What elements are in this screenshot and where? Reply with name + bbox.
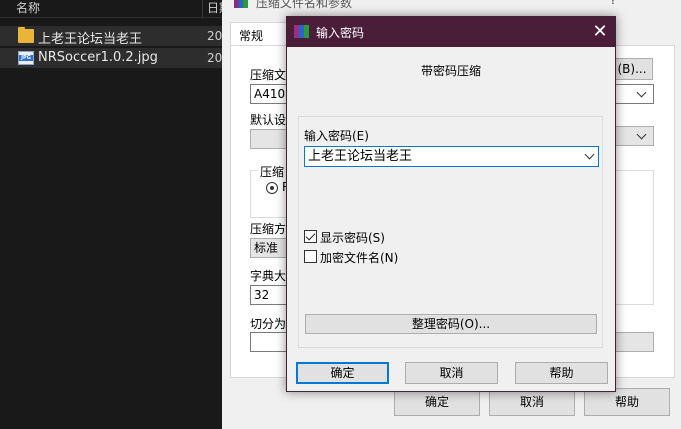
update-mode-dropdown[interactable] xyxy=(614,126,654,146)
column-separator[interactable] xyxy=(202,0,203,18)
archive-name-dropdown[interactable] xyxy=(614,84,654,104)
password-dialog-titlebar: 输入密码 ✕ xyxy=(287,17,615,47)
tab-general-label: 常规 xyxy=(239,29,264,43)
column-name-header[interactable]: 名称 xyxy=(16,0,40,16)
file-name: 上老王论坛当老王 xyxy=(38,32,143,47)
jpg-file-icon xyxy=(18,51,34,65)
archive-ok-button[interactable]: 确定 xyxy=(394,388,480,416)
browse-button[interactable]: (B)... xyxy=(611,58,653,80)
close-icon[interactable]: ✕ xyxy=(587,19,613,45)
archive-options-group xyxy=(614,170,654,305)
password-value: 上老王论坛当老王 xyxy=(308,149,413,164)
explorer-column-header: 名称 日期 xyxy=(0,0,231,18)
split-volume-label: 切分为 xyxy=(250,317,287,331)
encrypt-filenames-label[interactable]: 加密文件名(N) xyxy=(320,249,398,266)
compression-method-label: 压缩方 xyxy=(250,222,287,236)
password-input[interactable]: 上老王论坛当老王 xyxy=(304,146,599,167)
archive-format-label: 压缩 xyxy=(258,163,287,180)
help-question-icon[interactable]: ? xyxy=(610,0,616,7)
password-ok-button[interactable]: 确定 xyxy=(296,362,389,384)
winrar-icon xyxy=(294,25,309,38)
chevron-down-icon[interactable] xyxy=(584,149,595,160)
show-password-checkbox[interactable] xyxy=(304,230,317,243)
tab-general[interactable]: 常规 xyxy=(230,22,288,46)
file-explorer: 名称 日期 上老王论坛当老王 202 NRSoccer1.0.2.jpg 202 xyxy=(0,0,231,429)
organize-passwords-button[interactable]: 整理密码(O)... xyxy=(305,314,597,334)
password-dialog-title: 输入密码 xyxy=(316,26,365,40)
archive-help-button[interactable]: 帮助 xyxy=(584,388,670,416)
set-password-button[interactable] xyxy=(614,332,654,352)
archive-dialog-title: 压缩文件名和参数 xyxy=(256,0,353,10)
file-row-jpg[interactable]: NRSoccer1.0.2.jpg 202 xyxy=(0,48,230,68)
archive-dialog-titlebar: 压缩文件名和参数 ? xyxy=(222,0,681,14)
default-profile-label: 默认设 xyxy=(250,113,287,127)
archive-cancel-button[interactable]: 取消 xyxy=(489,388,575,416)
password-dialog: 输入密码 ✕ 带密码压缩 输入密码(E) 上老王论坛当老王 显示密码(S) 加密… xyxy=(286,16,616,392)
encrypt-filenames-checkbox[interactable] xyxy=(304,250,317,263)
check-icon xyxy=(305,230,316,241)
format-rar-radio[interactable] xyxy=(266,182,278,194)
winrar-icon xyxy=(234,0,248,8)
password-label: 输入密码(E) xyxy=(304,129,369,143)
chevron-down-icon xyxy=(636,87,647,98)
dictionary-size-label: 字典大 xyxy=(250,269,287,283)
archive-name-label: 压缩文 xyxy=(250,68,287,82)
chevron-down-icon xyxy=(636,129,647,140)
file-row-folder[interactable]: 上老王论坛当老王 202 xyxy=(0,26,230,47)
file-name: NRSoccer1.0.2.jpg xyxy=(38,50,158,65)
folder-icon xyxy=(18,27,34,43)
password-cancel-button[interactable]: 取消 xyxy=(405,362,498,384)
show-password-label[interactable]: 显示密码(S) xyxy=(320,229,385,246)
password-dialog-subtitle: 带密码压缩 xyxy=(420,64,481,78)
password-help-button[interactable]: 帮助 xyxy=(515,362,608,384)
